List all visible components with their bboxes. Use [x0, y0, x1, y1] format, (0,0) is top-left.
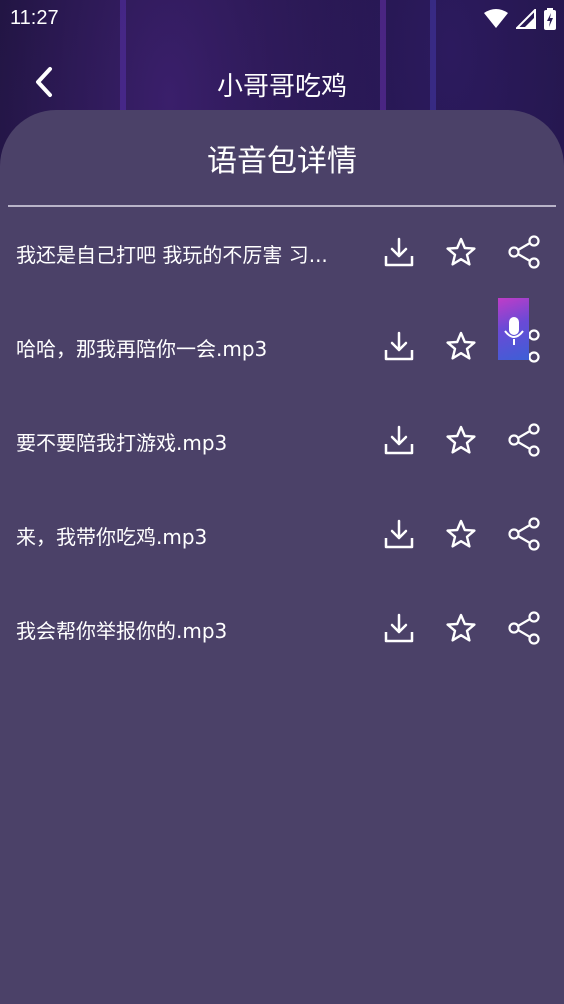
voice-list: 我还是自己打吧 我玩的不厉害 习... 哈哈，那我再陪你一会.mp3 要不要陪我… — [0, 207, 564, 677]
favorite-button[interactable] — [443, 610, 479, 646]
status-time: 11:27 — [10, 7, 59, 29]
voice-pack-detail-card: 语音包详情 我还是自己打吧 我玩的不厉害 习... 哈哈，那我再陪你一会.mp3… — [0, 110, 564, 1004]
download-button[interactable] — [381, 516, 417, 552]
download-icon — [384, 331, 414, 361]
share-button[interactable] — [506, 516, 542, 552]
download-button[interactable] — [381, 328, 417, 364]
star-outline-icon — [446, 613, 476, 642]
download-icon — [384, 613, 414, 643]
floating-mic-button[interactable] — [498, 298, 529, 360]
item-name: 要不要陪我打游戏.mp3 — [16, 431, 228, 455]
share-button[interactable] — [506, 422, 542, 458]
download-button[interactable] — [381, 234, 417, 270]
download-icon — [384, 519, 414, 549]
share-button[interactable] — [506, 234, 542, 270]
item-name: 哈哈，那我再陪你一会.mp3 — [16, 337, 268, 361]
item-name: 我会帮你举报你的.mp3 — [16, 619, 228, 643]
share-icon — [508, 235, 540, 269]
download-icon — [384, 425, 414, 455]
signal-icon — [516, 9, 536, 29]
share-button[interactable] — [506, 610, 542, 646]
share-icon — [508, 517, 540, 551]
favorite-button[interactable] — [443, 422, 479, 458]
status-icons — [484, 8, 556, 30]
favorite-button[interactable] — [443, 234, 479, 270]
wifi-icon — [484, 9, 508, 28]
star-outline-icon — [446, 237, 476, 266]
page-title: 小哥哥吃鸡 — [216, 71, 347, 101]
list-item[interactable]: 来，我带你吃鸡.mp3 — [0, 489, 564, 583]
status-bar: 11:27 — [0, 0, 564, 40]
list-item[interactable]: 我会帮你举报你的.mp3 — [0, 583, 564, 677]
list-item[interactable]: 我还是自己打吧 我玩的不厉害 习... — [0, 207, 564, 301]
star-outline-icon — [446, 425, 476, 454]
download-button[interactable] — [381, 610, 417, 646]
list-item[interactable]: 哈哈，那我再陪你一会.mp3 — [0, 301, 564, 395]
share-icon — [508, 611, 540, 645]
favorite-button[interactable] — [443, 516, 479, 552]
top-bar: 小哥哥吃鸡 — [0, 50, 564, 114]
star-outline-icon — [446, 331, 476, 360]
item-name: 来，我带你吃鸡.mp3 — [16, 525, 208, 549]
download-button[interactable] — [381, 422, 417, 458]
battery-icon — [544, 8, 556, 30]
item-name: 我还是自己打吧 我玩的不厉害 习... — [16, 243, 328, 267]
share-icon — [508, 423, 540, 457]
download-icon — [384, 237, 414, 267]
card-title: 语音包详情 — [207, 145, 357, 178]
star-outline-icon — [446, 519, 476, 548]
list-item[interactable]: 要不要陪我打游戏.mp3 — [0, 395, 564, 489]
favorite-button[interactable] — [443, 328, 479, 364]
microphone-icon — [503, 317, 524, 345]
